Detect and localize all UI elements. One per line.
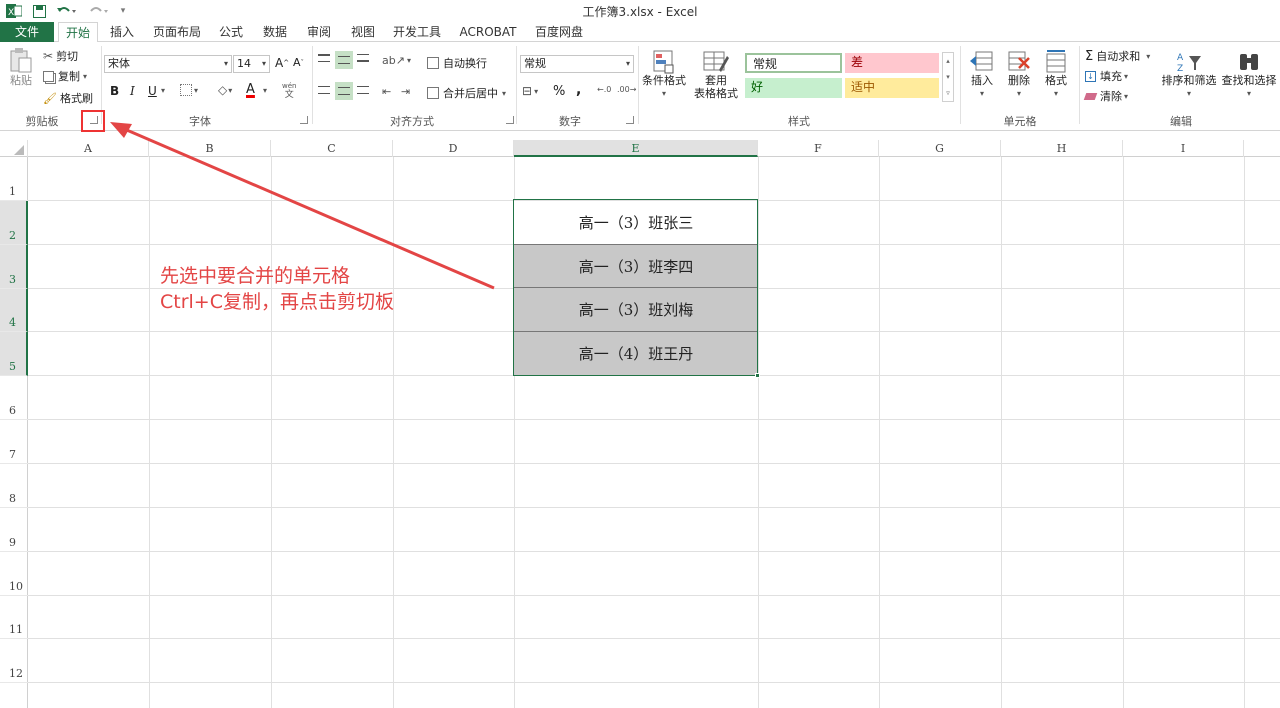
annotation-line-1: 先选中要合并的单元格: [160, 265, 351, 287]
annotation-arrow-icon: [110, 122, 495, 290]
annotation-line-2: Ctrl+C复制，再点击剪切板: [160, 291, 394, 313]
instruction-annotation: 先选中要合并的单元格 Ctrl+C复制，再点击剪切板: [160, 263, 394, 315]
